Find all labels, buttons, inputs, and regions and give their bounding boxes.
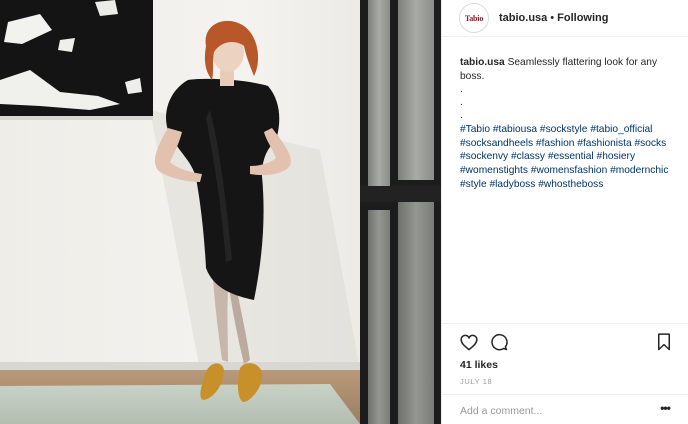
hashtag-link[interactable]: #sockstyle: [540, 124, 588, 135]
hashtag-link[interactable]: #tabiousa: [493, 124, 537, 135]
hashtag-link[interactable]: #essential: [548, 151, 594, 162]
hashtag-link[interactable]: #hosiery: [597, 151, 636, 162]
heart-icon[interactable]: [459, 332, 479, 352]
hashtag-link[interactable]: #style: [460, 179, 487, 190]
action-icon-row: [459, 332, 674, 354]
following-button[interactable]: Following: [557, 12, 608, 24]
comment-icon[interactable]: [489, 332, 509, 352]
hashtag-link[interactable]: #socksandheels: [460, 138, 533, 149]
hashtag-link[interactable]: #classy: [511, 151, 545, 162]
caption-hashtags: #Tabio #tabiousa #sockstyle #tabio_offic…: [460, 123, 676, 191]
hashtag-link[interactable]: #fashionista: [577, 138, 631, 149]
hashtag-link[interactable]: #socks: [635, 138, 667, 149]
hashtag-link[interactable]: #womensfashion: [531, 165, 607, 176]
header-username[interactable]: tabio.usa: [499, 12, 547, 24]
post-image[interactable]: [0, 0, 441, 424]
bookmark-icon[interactable]: [654, 332, 674, 352]
avatar[interactable]: Tabio: [459, 3, 489, 33]
hashtag-link[interactable]: #whostheboss: [538, 179, 603, 190]
caption-dot: .: [460, 97, 463, 109]
post-photo: [0, 0, 441, 424]
hashtag-link[interactable]: #modernchic: [610, 165, 668, 176]
post-caption: tabio.usa Seamlessly flattering look for…: [460, 56, 676, 191]
hashtag-link[interactable]: #sockenvy: [460, 151, 508, 162]
avatar-logo-text: Tabio: [464, 13, 484, 23]
hashtag-link[interactable]: #Tabio: [460, 124, 490, 135]
hashtag-link[interactable]: #ladyboss: [489, 179, 535, 190]
post-side-panel: Tabio tabio.usa • Following tabio.usa Se…: [441, 0, 688, 424]
hashtag-link[interactable]: #fashion: [536, 138, 575, 149]
post-date: JULY 18: [460, 377, 493, 386]
hashtag-link[interactable]: #tabio_official: [590, 124, 652, 135]
comment-box: •••: [442, 394, 688, 424]
caption-username[interactable]: tabio.usa: [460, 57, 505, 68]
caption-dot: .: [460, 110, 463, 122]
comment-input[interactable]: [460, 404, 640, 418]
more-options-icon[interactable]: •••: [658, 402, 672, 417]
likes-count[interactable]: 41 likes: [460, 359, 498, 371]
post-actions: 41 likes JULY 18 •••: [442, 323, 688, 424]
caption-dot: .: [460, 84, 463, 96]
post-header: Tabio tabio.usa • Following: [442, 0, 688, 37]
hashtag-link[interactable]: #womenstights: [460, 165, 528, 176]
header-separator: •: [550, 12, 555, 24]
